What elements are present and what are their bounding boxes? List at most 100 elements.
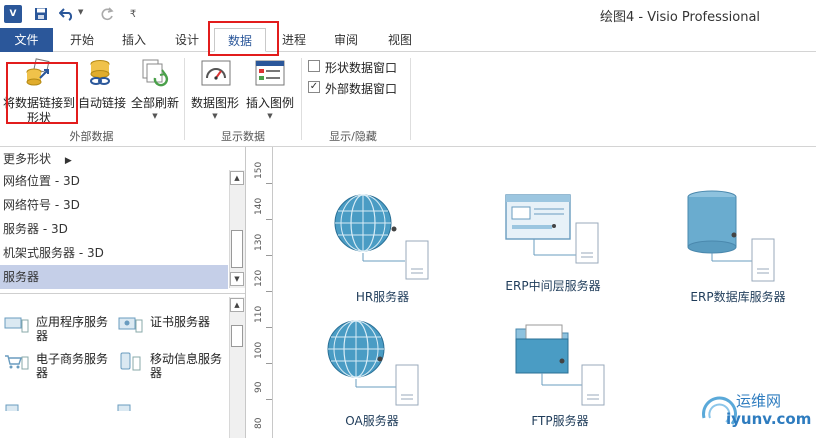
shape-caption: HR服务器 xyxy=(355,290,410,304)
highlight-box-link-button xyxy=(6,62,78,124)
data-graphics-dropdown-icon[interactable]: ▼ xyxy=(188,112,242,120)
ruler-label: 130 xyxy=(254,233,264,251)
stencil-servers-3d[interactable]: 服务器 - 3D xyxy=(0,217,228,241)
ruler-label: 80 xyxy=(254,417,264,429)
scroll-up-icon[interactable]: ▲ xyxy=(230,298,244,312)
watermark-url: iyunv.com xyxy=(726,410,812,428)
mobile-info-server-icon xyxy=(118,352,144,375)
stencil-network-locations-3d[interactable]: 网络位置 - 3D xyxy=(0,169,228,193)
scroll-up-icon[interactable]: ▲ xyxy=(230,171,244,185)
shapes-pane: 更多形状 ▶ 网络位置 - 3D 网络符号 - 3D 服务器 - 3D 机架式服… xyxy=(0,147,246,438)
checkbox-checked-box: ✓ xyxy=(308,81,320,93)
shape-label: 电子商务服务 xyxy=(36,352,109,366)
shape-ecommerce-server[interactable]: 电子商务服务 器 xyxy=(4,350,114,380)
more-shapes-item[interactable]: 更多形状 ▶ xyxy=(0,147,228,171)
auto-link-icon xyxy=(86,58,114,91)
canvas-shape-ftp-server[interactable]: FTP服务器 xyxy=(510,323,620,433)
watermark-text: 运维网 xyxy=(736,392,782,410)
shape-caption: FTP服务器 xyxy=(531,414,589,428)
shape-label: 证书服务器 xyxy=(150,315,211,329)
data-graphics-label: 数据图形 xyxy=(190,96,239,110)
shape-label: 移动信息服务 xyxy=(150,352,223,366)
shape-row-partial xyxy=(4,401,244,411)
canvas-shape-hr-server[interactable]: HR服务器 xyxy=(330,189,440,304)
scroll-thumb[interactable] xyxy=(231,325,243,347)
group-label-external-data: 外部数据 xyxy=(69,130,114,143)
ruler-label: 100 xyxy=(254,341,264,359)
stencil-rack-servers-3d[interactable]: 机架式服务器 - 3D xyxy=(0,241,228,265)
visio-logo-icon: V xyxy=(4,5,22,23)
customize-icon[interactable]: ₹ xyxy=(124,5,142,23)
shape-caption: ERP数据库服务器 xyxy=(690,290,786,304)
auto-link-label: 自动链接 xyxy=(78,96,127,110)
shape-mobile-info-server[interactable]: 移动信息服务 器 xyxy=(118,350,228,380)
save-icon[interactable] xyxy=(32,5,50,23)
window-title: 绘图4 - Visio Professional xyxy=(600,10,761,25)
tab-review[interactable]: 审阅 xyxy=(326,28,366,52)
ruler-label: 150 xyxy=(254,161,264,179)
folder-server-icon xyxy=(510,323,620,412)
tab-insert[interactable]: 插入 xyxy=(114,28,154,52)
database-server-icon xyxy=(678,189,788,288)
auto-link-button[interactable]: 自动链接 xyxy=(78,56,126,112)
scroll-thumb[interactable] xyxy=(231,230,243,268)
stencil-network-symbols-3d[interactable]: 网络符号 - 3D xyxy=(0,193,228,217)
shapes-list-scrollbar[interactable]: ▲ xyxy=(229,297,245,438)
certificate-server-icon xyxy=(118,317,144,336)
data-graphics-icon xyxy=(201,60,231,89)
refresh-dropdown-icon[interactable]: ▼ xyxy=(127,112,183,120)
globe-server-icon xyxy=(322,317,432,412)
checkbox-label: 外部数据窗口 xyxy=(325,82,398,96)
group-separator xyxy=(301,58,302,140)
undo-dropdown-icon[interactable]: ▼ xyxy=(78,8,83,16)
insert-legend-button[interactable]: 插入图例 ▼ xyxy=(243,56,297,122)
shape-certificate-server[interactable]: 证书服务器 xyxy=(118,313,228,343)
tab-file[interactable]: 文件 xyxy=(0,28,53,52)
ruler-tick xyxy=(266,363,272,364)
ruler-tick xyxy=(266,183,272,184)
watermark-logo: 运维网 iyunv.com xyxy=(696,388,811,434)
highlight-box-data-tab xyxy=(208,21,279,56)
group-separator xyxy=(410,58,411,140)
external-data-window-checkbox[interactable]: ✓ 外部数据窗口 xyxy=(308,80,408,96)
data-graphics-button[interactable]: 数据图形 ▼ xyxy=(188,56,242,122)
title-bar: V ▼ ₹ 绘图4 - Visio Professional xyxy=(0,0,816,28)
tab-view[interactable]: 视图 xyxy=(380,28,420,52)
shape-label: 应用程序服务 xyxy=(36,315,109,329)
redo-icon[interactable] xyxy=(98,5,116,23)
shape-caption: ERP中间层服务器 xyxy=(505,279,601,293)
refresh-all-icon xyxy=(140,58,170,91)
undo-icon[interactable] xyxy=(58,5,76,23)
ruler-tick xyxy=(266,399,272,400)
stencil-servers[interactable]: 服务器 xyxy=(0,265,228,289)
group-label-show-hide: 显示/隐藏 xyxy=(329,130,377,143)
checkbox-box xyxy=(308,60,320,72)
canvas-shape-erp-middle-server[interactable]: ERP中间层服务器 xyxy=(498,189,618,299)
tab-home[interactable]: 开始 xyxy=(62,28,102,52)
tab-design[interactable]: 设计 xyxy=(167,28,207,52)
vertical-ruler: 150 140 130 120 110 100 90 80 xyxy=(252,147,273,438)
ribbon: 将数据链接到 形状 自动链接 全部刷新 ▼ 外部数据 数据图形 ▼ 插入图例 ▼… xyxy=(0,52,816,147)
ruler-tick xyxy=(266,291,272,292)
shape-label: 器 xyxy=(36,366,49,380)
ribbon-tab-row: 文件 开始 插入 设计 数据 进程 审阅 视图 xyxy=(0,28,816,52)
ruler-label: 110 xyxy=(254,305,264,323)
ruler-label: 140 xyxy=(254,197,264,215)
canvas-shape-oa-server[interactable]: OA服务器 xyxy=(322,317,432,432)
ruler-label: 90 xyxy=(254,381,264,393)
scroll-down-icon[interactable]: ▼ xyxy=(230,272,244,286)
stencil-list-scrollbar[interactable]: ▲ ▼ xyxy=(229,170,245,288)
refresh-all-label: 全部刷新 xyxy=(130,96,179,110)
refresh-all-button[interactable]: 全部刷新 ▼ xyxy=(127,56,183,122)
shape-app-server[interactable]: 应用程序服务 器 xyxy=(4,313,114,343)
insert-legend-dropdown-icon[interactable]: ▼ xyxy=(243,112,297,120)
shape-data-window-checkbox[interactable]: 形状数据窗口 xyxy=(308,59,408,75)
checkbox-label: 形状数据窗口 xyxy=(325,61,398,75)
ruler-tick xyxy=(266,255,272,256)
canvas-shape-erp-db-server[interactable]: ERP数据库服务器 xyxy=(678,189,798,304)
ecommerce-server-icon xyxy=(4,354,30,373)
insert-legend-icon xyxy=(255,60,285,89)
web-server-icon xyxy=(498,189,608,284)
group-separator xyxy=(184,58,185,140)
tab-process[interactable]: 进程 xyxy=(274,28,314,52)
